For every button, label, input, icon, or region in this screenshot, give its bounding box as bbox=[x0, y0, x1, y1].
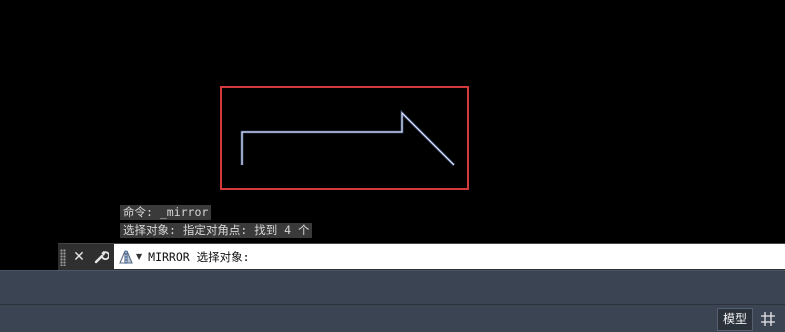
command-history-line: 选择对象: 指定对角点: 找到 4 个 bbox=[120, 223, 313, 238]
status-bar: 模型 bbox=[0, 304, 785, 332]
command-line-grip[interactable] bbox=[60, 249, 66, 266]
drawing-canvas[interactable]: 命令: _mirror 选择对象: 指定对角点: 找到 4 个 bbox=[0, 0, 785, 268]
command-history-line: 命令: _mirror bbox=[120, 205, 212, 220]
command-prompt-text: MIRROR 选择对象: bbox=[148, 249, 250, 264]
mirror-command-icon[interactable] bbox=[118, 249, 134, 265]
model-space-button[interactable]: 模型 bbox=[716, 308, 753, 331]
wrench-icon[interactable] bbox=[91, 247, 111, 267]
chevron-down-icon[interactable]: ▼ bbox=[136, 252, 142, 261]
command-line-bar: ✕ ▼ MIRROR 选择对象: bbox=[58, 243, 785, 270]
layout-tabs-bar bbox=[0, 270, 785, 304]
command-input[interactable]: ▼ MIRROR 选择对象: bbox=[114, 244, 785, 269]
selected-polyline[interactable] bbox=[241, 111, 455, 166]
grid-icon[interactable] bbox=[757, 308, 779, 329]
selected-polyline-glow bbox=[240, 109, 455, 166]
selection-window bbox=[220, 86, 469, 190]
close-icon[interactable]: ✕ bbox=[69, 247, 89, 267]
drawing-area[interactable] bbox=[0, 0, 785, 268]
